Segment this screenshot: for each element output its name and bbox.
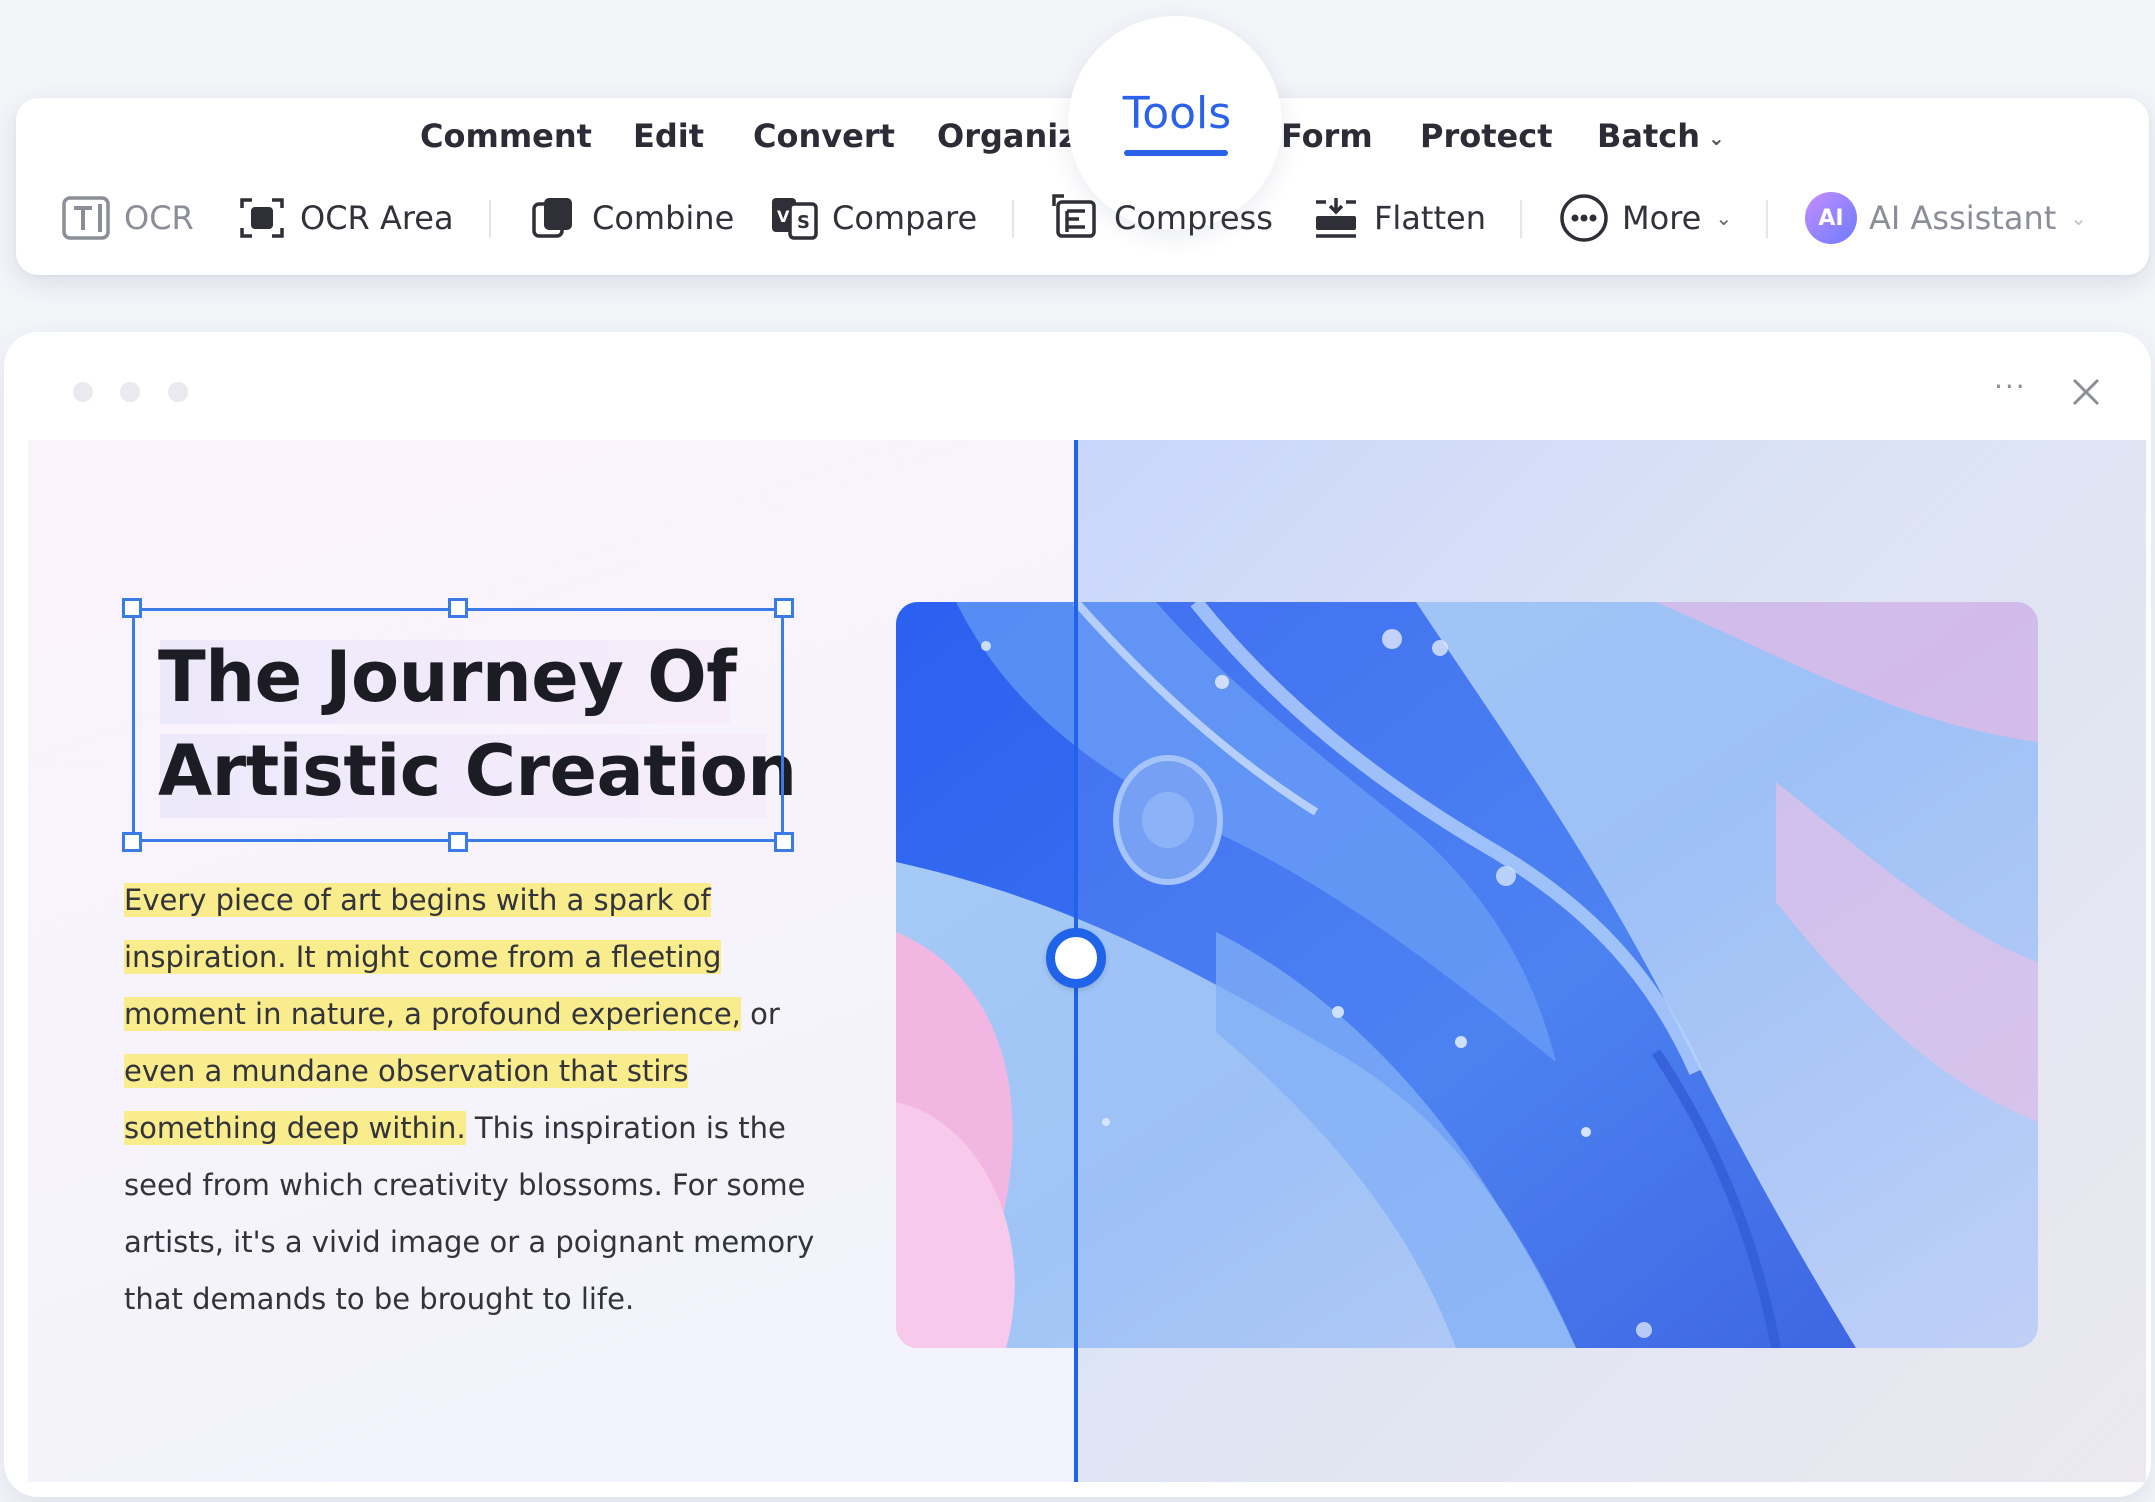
resize-handle[interactable] — [774, 598, 794, 618]
active-tab-underline — [1124, 150, 1228, 156]
ocr-area-icon — [240, 198, 284, 238]
ai-assistant-label: AI Assistant — [1869, 199, 2057, 237]
document-page: The Journey Of Artistic Creation Every p… — [28, 440, 2146, 1482]
ai-assistant-button[interactable]: AI AI Assistant ⌄ — [1805, 190, 2087, 246]
tab-batch[interactable]: Batch ⌄ — [1597, 116, 1725, 156]
body-text: seed from which creativity blossoms. For… — [124, 1168, 806, 1202]
tab-tools[interactable]: Tools — [1122, 86, 1232, 142]
toolbar-divider — [1520, 200, 1522, 238]
tab-batch-label: Batch — [1597, 117, 1701, 155]
compare-label: Compare — [832, 199, 978, 237]
compare-button[interactable]: V S Compare — [768, 190, 977, 246]
more-button[interactable]: More ⌄ — [1558, 190, 1732, 246]
close-icon[interactable] — [2068, 374, 2104, 410]
chevron-down-icon: ⌄ — [2070, 206, 2088, 230]
svg-text:V: V — [777, 207, 790, 226]
window-more-icon[interactable]: ··· — [1994, 370, 2027, 403]
tab-form[interactable]: Form — [1281, 116, 1373, 156]
window-dot — [168, 382, 188, 402]
document-window: ··· The Journey Of Artistic Creation Eve… — [4, 332, 2151, 1497]
combine-icon — [532, 198, 572, 238]
svg-text:S: S — [797, 212, 810, 233]
compress-icon — [1052, 194, 1096, 238]
after-image-tint — [1076, 602, 2038, 1348]
chevron-down-icon: ⌄ — [1715, 206, 1733, 230]
ai-assistant-icon: AI — [1805, 192, 1857, 244]
body-text: that demands to be brought to life. — [124, 1282, 635, 1316]
highlighted-text: inspiration. It might come from a fleeti… — [124, 940, 722, 974]
ocr-icon — [62, 196, 110, 240]
highlighted-text: Every piece of art begins with a spark o… — [124, 883, 711, 917]
body-text: or — [740, 997, 780, 1031]
resize-handle[interactable] — [122, 598, 142, 618]
more-icon — [1560, 194, 1608, 242]
toolbar-divider — [489, 200, 491, 238]
ocr-area-button[interactable]: OCR Area — [236, 190, 454, 246]
ocr-label: OCR — [124, 199, 194, 237]
resize-handle[interactable] — [774, 832, 794, 852]
document-body-text[interactable]: Every piece of art begins with a spark o… — [124, 872, 844, 1328]
window-dot — [120, 382, 140, 402]
resize-handle[interactable] — [448, 832, 468, 852]
flatten-label: Flatten — [1374, 199, 1486, 237]
flatten-icon — [1316, 198, 1356, 238]
highlighted-text: something deep within. — [124, 1111, 466, 1145]
compare-slider-handle[interactable] — [1046, 928, 1106, 988]
resize-handle[interactable] — [122, 832, 142, 852]
combine-label: Combine — [592, 199, 735, 237]
highlighted-text: moment in nature, a profound experience, — [124, 997, 741, 1031]
flatten-button[interactable]: Flatten — [1310, 190, 1486, 246]
compress-label: Compress — [1114, 199, 1273, 237]
tab-edit[interactable]: Edit — [633, 116, 704, 156]
body-text: This inspiration is the — [465, 1111, 786, 1145]
tab-comment[interactable]: Comment — [420, 116, 592, 156]
resize-handle[interactable] — [448, 598, 468, 618]
compare-icon: V S — [772, 198, 818, 240]
text-selection-box[interactable] — [132, 608, 784, 842]
body-text: artists, it's a vivid image or a poignan… — [124, 1225, 815, 1259]
ocr-area-label: OCR Area — [300, 199, 454, 237]
chevron-down-icon: ⌄ — [1708, 126, 1725, 150]
highlighted-text: even a mundane observation that stirs — [124, 1054, 689, 1088]
more-label: More — [1622, 199, 1702, 237]
toolbar-divider — [1766, 200, 1768, 238]
tab-protect[interactable]: Protect — [1420, 116, 1552, 156]
combine-button[interactable]: Combine — [528, 190, 734, 246]
ocr-button[interactable]: OCR — [60, 190, 194, 246]
window-dot — [73, 382, 93, 402]
toolbar-divider — [1012, 200, 1014, 238]
tab-convert[interactable]: Convert — [753, 116, 895, 156]
compress-button[interactable]: Compress — [1050, 190, 1273, 246]
